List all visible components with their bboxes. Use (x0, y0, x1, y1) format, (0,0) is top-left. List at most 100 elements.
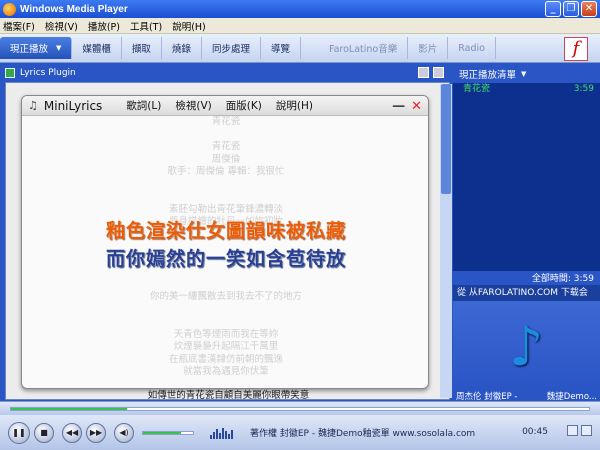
mute-button[interactable]: ◀) (114, 422, 134, 443)
lyric-line (22, 191, 428, 204)
ml-menu-help[interactable]: 說明(H) (276, 98, 313, 113)
visualization-icon[interactable] (433, 67, 444, 78)
seek-progress (11, 408, 127, 410)
lyric-line: 周傑倫 (211, 153, 241, 165)
window-title: Windows Media Player (20, 3, 128, 15)
chevron-down-icon[interactable]: ▼ (56, 44, 61, 52)
minimize-button[interactable]: _ (545, 1, 561, 17)
lyric-line (6, 83, 449, 96)
title-bar: Windows Media Player _ ❐ ✕ (0, 0, 600, 18)
menu-tools[interactable]: 工具(T) (130, 19, 162, 33)
tab-farolatino[interactable]: FaroLatino音樂 (319, 37, 409, 59)
minilyrics-title: MiniLyrics (43, 98, 103, 113)
video-scrollbar[interactable] (440, 84, 452, 398)
menu-play[interactable]: 播放(P) (88, 19, 120, 33)
lyric-line: 在瓶底書漢隸仿前朝的飄逸 (168, 353, 283, 365)
lyric-line: 天青色等煙雨而我在等妳 (173, 328, 279, 340)
previous-icon: ◀◀ (65, 428, 79, 437)
ml-menu-lyrics[interactable]: 歌詞(L) (126, 98, 161, 113)
track-duration: 3:59 (573, 84, 594, 94)
minimize-icon: _ (550, 3, 556, 14)
pause-button[interactable]: ❚❚ (8, 421, 30, 444)
tab-library[interactable]: 媒體櫃 (72, 37, 122, 59)
current-lyric-line-2: 而你嫣然的一笑如含苞待放 (105, 248, 346, 270)
menu-bar: 檔案(F) 檢視(V) 播放(P) 工具(T) 說明(H) (0, 18, 600, 34)
plugin-bar: Lyrics Plugin (5, 65, 450, 81)
playlist-list: 青花瓷 3:59 (453, 83, 600, 271)
total-time: 全部時間: 3:59 (531, 274, 594, 284)
playback-controls: ❚❚ ■ ◀◀ ▶▶ ◀) 著作權 封徽EP - 魏捷Demo釉瓷單 www.s… (0, 415, 600, 450)
plugin-icon (5, 68, 15, 78)
tab-rip[interactable]: 擷取 (122, 37, 162, 59)
lyric-line (22, 129, 428, 142)
close-icon[interactable]: ✕ (411, 99, 422, 114)
lyric-line: 你的美一縷飄散去到我去不了的地方 (149, 291, 302, 302)
minilyrics-controls: — ✕ (392, 99, 422, 114)
next-button[interactable]: ▶▶ (86, 422, 106, 443)
lyric-line (22, 304, 428, 317)
playlist-pane: 現正播放清單 ▼ 青花瓷 3:59 全部時間: 3:59 從 从FAROLATI… (453, 65, 600, 402)
lyric-line (22, 279, 428, 292)
lyric-line: 就當我為遇見你伏筆 (183, 366, 269, 377)
menu-file[interactable]: 檔案(F) (3, 19, 35, 33)
previous-button[interactable]: ◀◀ (62, 422, 82, 443)
music-note-icon: ♪ (509, 315, 544, 378)
lyric-line: 青花瓷 (211, 116, 241, 127)
shuffle-icon[interactable] (567, 425, 578, 436)
minilyrics-body: 青花瓷 青花瓷 周傑倫 歌手：周傑倫 專輯：我很忙 素胚勾勒出青花筆鋒濃轉淡 瓶身描繪的牡… (22, 116, 428, 388)
next-icon: ▶▶ (89, 428, 103, 437)
elapsed-time: 00:45 (522, 427, 548, 437)
video-pane: 如傳世的青花瓷自顧自美麗你眼帶笑意 ♫ MiniLyrics 歌詞(L) 檢視(… (5, 82, 450, 400)
lyric-line: 素胚勾勒出青花筆鋒濃轉淡 (168, 203, 283, 215)
lyric-line: 炊煙裊裊升起隔江千萬里 (173, 341, 279, 352)
scrollbar-thumb[interactable] (441, 84, 451, 194)
mode-controls (567, 425, 592, 436)
store-logo[interactable]: f (564, 37, 588, 61)
tab-burn[interactable]: 燒錄 (162, 37, 202, 59)
restore-button[interactable]: ❐ (563, 1, 579, 17)
tab-guide[interactable]: 導覽 (261, 37, 301, 59)
tab-video[interactable]: 影片 (408, 37, 449, 59)
chevron-down-icon[interactable]: ▼ (521, 70, 526, 78)
restore-icon: ❐ (566, 3, 576, 14)
music-note-icon: ♫ (28, 99, 38, 112)
ml-menu-panel[interactable]: 面版(K) (226, 98, 262, 113)
lyric-line: 歌手：周傑倫 專輯：我很忙 (167, 166, 285, 177)
close-button[interactable]: ✕ (581, 1, 597, 17)
plugin-controls (418, 67, 444, 78)
playlist-title: 現正播放清單 (459, 69, 517, 81)
plugin-name[interactable]: Lyrics Plugin (20, 68, 76, 78)
minilyrics-titlebar[interactable]: ♫ MiniLyrics 歌詞(L) 檢視(V) 面版(K) 說明(H) — ✕ (22, 96, 428, 116)
media-info[interactable]: 從 从FAROLATINO.COM 下载会 (453, 285, 600, 301)
tab-sync[interactable]: 同步處理 (202, 37, 261, 59)
fullscreen-icon[interactable] (418, 67, 429, 78)
playlist-header[interactable]: 現正播放清單 ▼ (453, 65, 600, 82)
menu-view[interactable]: 檢視(V) (45, 19, 78, 33)
seek-bar[interactable] (0, 401, 600, 415)
minimize-icon[interactable]: — (392, 99, 405, 114)
menu-help[interactable]: 說明(H) (172, 19, 206, 33)
track-title: 青花瓷 (463, 84, 491, 94)
stop-icon: ■ (40, 428, 48, 437)
lyric-line: 青花瓷 (211, 141, 241, 152)
tab-now-playing[interactable]: 現正播放 ▼ (0, 37, 73, 59)
seek-track[interactable] (10, 407, 590, 411)
playlist-item[interactable]: 青花瓷 3:59 (453, 83, 600, 96)
volume-slider[interactable] (142, 430, 194, 435)
volume-level (143, 431, 181, 434)
album-art[interactable]: ♪ (453, 301, 600, 389)
minilyrics-window: ♫ MiniLyrics 歌詞(L) 檢視(V) 面版(K) 說明(H) — ✕… (21, 95, 429, 389)
stop-button[interactable]: ■ (34, 422, 54, 443)
window-controls: _ ❐ ✕ (545, 1, 597, 17)
skin-mode-icon[interactable] (581, 425, 592, 436)
lyric-line (22, 316, 428, 329)
tab-radio[interactable]: Radio (448, 37, 496, 59)
ml-menu-view[interactable]: 檢視(V) (175, 98, 211, 113)
pause-icon: ❚❚ (12, 428, 26, 437)
mute-icon: ◀) (119, 428, 129, 437)
task-tabs: 現正播放 ▼ 媒體櫃 擷取 燒錄 同步處理 導覽 FaroLatino音樂 影片 … (0, 34, 600, 63)
tab-label: 現正播放 (10, 44, 49, 55)
current-lyric-line-1: 釉色渲染仕女圖韻味被私藏 (105, 220, 346, 242)
lyric-line (22, 179, 428, 192)
visualizer-icon (210, 427, 236, 439)
